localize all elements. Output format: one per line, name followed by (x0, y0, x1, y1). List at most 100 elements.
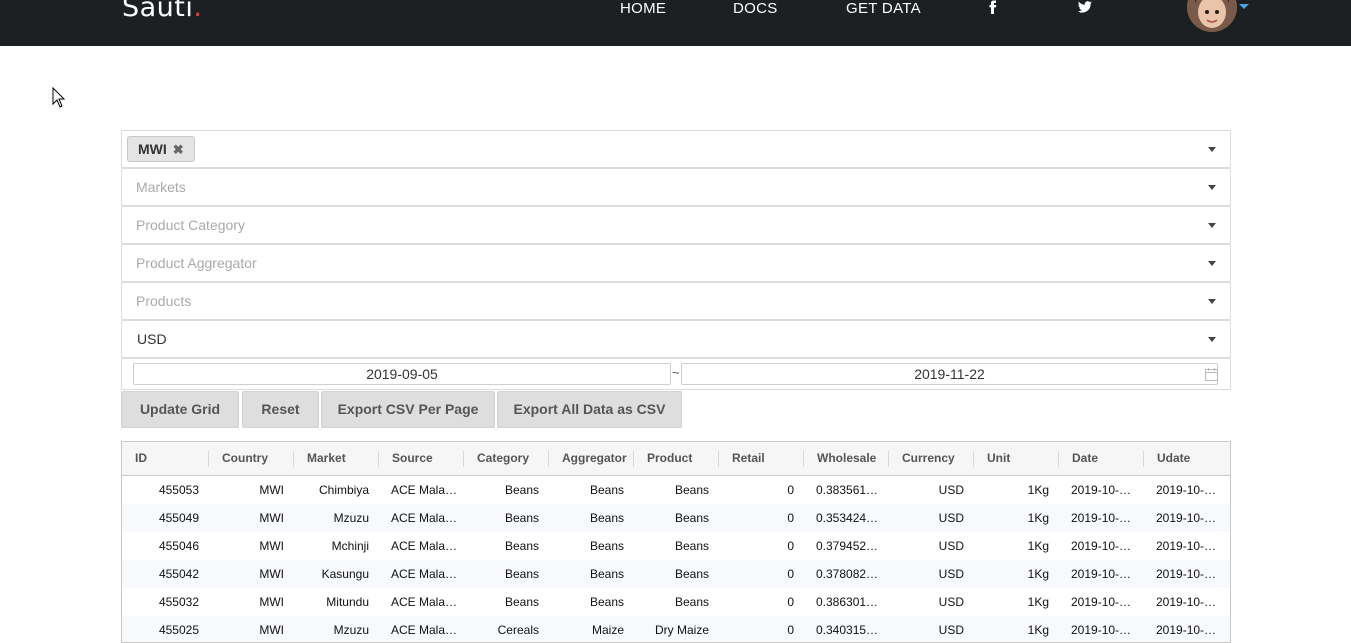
column-header-unit[interactable]: Unit (974, 442, 1059, 475)
cell-category[interactable]: Beans (464, 588, 549, 616)
cell-currency[interactable]: USD (889, 588, 974, 616)
cell-country[interactable]: MWI (209, 476, 294, 504)
start-date-input[interactable]: 2019-09-05 (133, 363, 671, 385)
column-header-country[interactable]: Country (209, 442, 294, 475)
cell-currency[interactable]: USD (889, 560, 974, 588)
cell-market[interactable]: Chimbiya (294, 476, 379, 504)
cell-currency[interactable]: USD (889, 532, 974, 560)
twitter-icon[interactable] (1077, 0, 1093, 16)
chevron-down-icon[interactable] (1208, 223, 1216, 228)
chevron-down-icon[interactable] (1208, 185, 1216, 190)
cell-product[interactable]: Beans (634, 588, 719, 616)
cell-udate[interactable]: 2019-10-… (1144, 504, 1230, 532)
nav-docs-link[interactable]: DOCS (733, 0, 778, 17)
cell-country[interactable]: MWI (209, 588, 294, 616)
user-avatar[interactable] (1187, 0, 1237, 32)
cell-country[interactable]: MWI (209, 504, 294, 532)
nav-get-data-link[interactable]: GET DATA (846, 0, 921, 17)
cell-country[interactable]: MWI (209, 560, 294, 588)
cell-unit[interactable]: 1Kg (974, 560, 1059, 588)
product-category-select[interactable]: Product Category (121, 206, 1231, 244)
cell-id[interactable]: 455032 (122, 588, 209, 616)
column-header-date[interactable]: Date (1059, 442, 1144, 475)
chevron-down-icon[interactable] (1208, 147, 1216, 152)
chevron-down-icon[interactable] (1208, 261, 1216, 266)
cell-retail[interactable]: 0 (719, 504, 804, 532)
chevron-down-icon[interactable] (1208, 299, 1216, 304)
table-row[interactable]: 455042 MWI Kasungu ACE Mala… Beans Beans Beans… (122, 560, 1230, 589)
cell-currency[interactable]: USD (889, 476, 974, 504)
chevron-down-icon[interactable] (1208, 337, 1216, 342)
currency-select[interactable]: USD (121, 320, 1231, 358)
brand-logo[interactable]: Sauti. (122, 0, 202, 23)
cell-date[interactable]: 2019-10-… (1059, 616, 1144, 642)
update-grid-button[interactable]: Update Grid (121, 391, 239, 428)
cell-wholesale[interactable]: 0.340315… (804, 616, 889, 642)
export-all-data-csv-button[interactable]: Export All Data as CSV (497, 391, 682, 428)
cell-date[interactable]: 2019-10-… (1059, 532, 1144, 560)
cell-wholesale[interactable]: 0.386301… (804, 588, 889, 616)
cell-date[interactable]: 2019-10-… (1059, 560, 1144, 588)
product-aggregator-select[interactable]: Product Aggregator (121, 244, 1231, 282)
end-date-input[interactable]: 2019-11-22 (681, 363, 1218, 385)
table-row[interactable]: 455046 MWI Mchinji ACE Mala… Beans Beans Beans… (122, 532, 1230, 561)
cell-source[interactable]: ACE Mala… (379, 560, 464, 588)
cell-wholesale[interactable]: 0.378082… (804, 560, 889, 588)
cell-category[interactable]: Beans (464, 560, 549, 588)
cell-id[interactable]: 455053 (122, 476, 209, 504)
cell-market[interactable]: Mchinji (294, 532, 379, 560)
cell-unit[interactable]: 1Kg (974, 616, 1059, 642)
column-header-currency[interactable]: Currency (889, 442, 974, 475)
country-select[interactable]: MWI ✖ (121, 130, 1231, 168)
cell-currency[interactable]: USD (889, 616, 974, 642)
cell-aggregator[interactable]: Beans (549, 504, 634, 532)
cell-retail[interactable]: 0 (719, 560, 804, 588)
cell-category[interactable]: Beans (464, 504, 549, 532)
cell-source[interactable]: ACE Mala… (379, 616, 464, 642)
cell-udate[interactable]: 2019-10-… (1144, 560, 1230, 588)
cell-aggregator[interactable]: Maize (549, 616, 634, 642)
column-header-id[interactable]: ID (122, 442, 209, 475)
cell-market[interactable]: Mzuzu (294, 616, 379, 642)
table-row[interactable]: 455025 MWI Mzuzu ACE Mala… Cereals Maize Dry M… (122, 616, 1230, 642)
cell-category[interactable]: Cereals (464, 616, 549, 642)
column-header-source[interactable]: Source (379, 442, 464, 475)
cell-unit[interactable]: 1Kg (974, 532, 1059, 560)
cell-aggregator[interactable]: Beans (549, 532, 634, 560)
cell-unit[interactable]: 1Kg (974, 504, 1059, 532)
reset-button[interactable]: Reset (242, 391, 319, 428)
cell-date[interactable]: 2019-10-… (1059, 588, 1144, 616)
table-row[interactable]: 455049 MWI Mzuzu ACE Mala… Beans Beans Beans 0 0… (122, 504, 1230, 533)
cell-udate[interactable]: 2019-10-… (1144, 588, 1230, 616)
cell-product[interactable]: Dry Maize (634, 616, 719, 642)
cell-country[interactable]: MWI (209, 532, 294, 560)
cell-unit[interactable]: 1Kg (974, 476, 1059, 504)
cell-market[interactable]: Mitundu (294, 588, 379, 616)
products-select[interactable]: Products (121, 282, 1231, 320)
column-header-product[interactable]: Product (634, 442, 719, 475)
cell-category[interactable]: Beans (464, 476, 549, 504)
facebook-icon[interactable] (985, 0, 1001, 16)
cell-aggregator[interactable]: Beans (549, 560, 634, 588)
cell-wholesale[interactable]: 0.383561… (804, 476, 889, 504)
cell-id[interactable]: 455046 (122, 532, 209, 560)
table-row[interactable]: 455053 MWI Chimbiya ACE Mala… Beans Beans Bean… (122, 476, 1230, 505)
cell-udate[interactable]: 2019-10-… (1144, 476, 1230, 504)
cell-unit[interactable]: 1Kg (974, 588, 1059, 616)
markets-select[interactable]: Markets (121, 168, 1231, 206)
cell-source[interactable]: ACE Mala… (379, 476, 464, 504)
cell-product[interactable]: Beans (634, 476, 719, 504)
cell-source[interactable]: ACE Mala… (379, 588, 464, 616)
cell-product[interactable]: Beans (634, 560, 719, 588)
cell-id[interactable]: 455025 (122, 616, 209, 642)
cell-source[interactable]: ACE Mala… (379, 504, 464, 532)
cell-wholesale[interactable]: 0.379452… (804, 532, 889, 560)
column-header-retail[interactable]: Retail (719, 442, 804, 475)
cell-retail[interactable]: 0 (719, 476, 804, 504)
cell-retail[interactable]: 0 (719, 532, 804, 560)
export-csv-per-page-button[interactable]: Export CSV Per Page (321, 391, 495, 428)
cell-udate[interactable]: 2019-10-… (1144, 532, 1230, 560)
cell-aggregator[interactable]: Beans (549, 588, 634, 616)
cell-currency[interactable]: USD (889, 504, 974, 532)
cell-aggregator[interactable]: Beans (549, 476, 634, 504)
